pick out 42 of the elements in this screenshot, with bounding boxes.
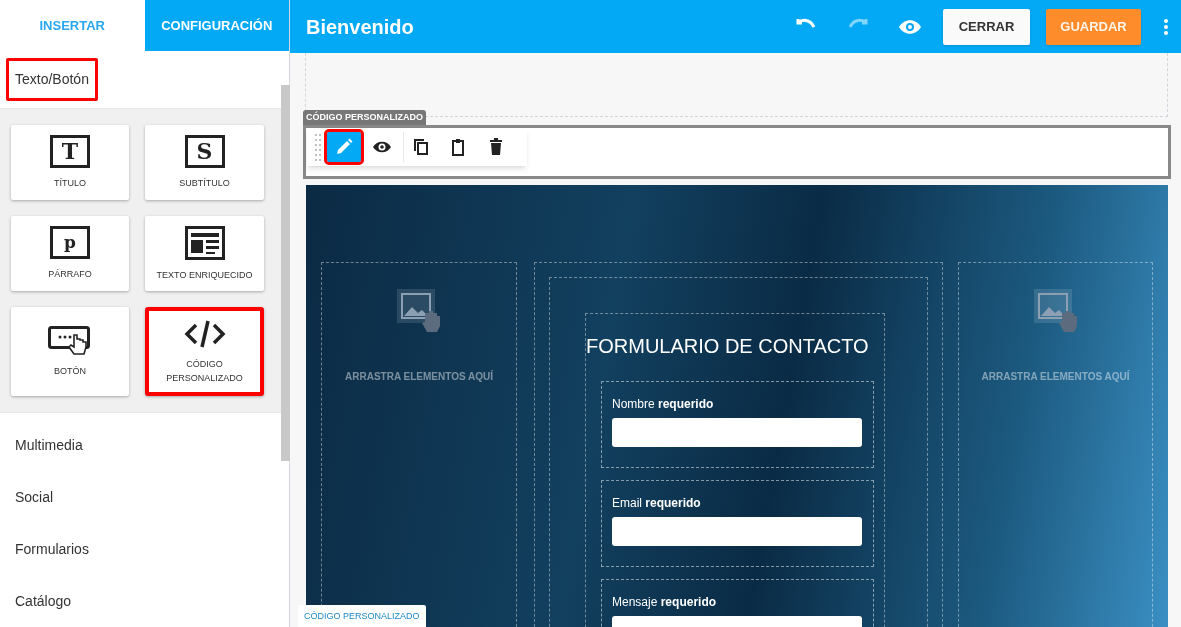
selected-block[interactable] bbox=[303, 125, 1171, 179]
input-field[interactable] bbox=[612, 418, 862, 447]
pencil-icon bbox=[334, 137, 354, 157]
drop-zone-text: ARRASTRA ELEMENTOS AQUÍ bbox=[345, 369, 493, 384]
section-heading[interactable]: Texto/Botón bbox=[6, 58, 98, 102]
block-card[interactable]: CÓDIGO PERSONALIZADO bbox=[145, 307, 264, 396]
scrollbar[interactable] bbox=[281, 85, 290, 461]
category-item[interactable]: Social bbox=[0, 471, 281, 523]
block-tag: CÓDIGO PERSONALIZADO bbox=[298, 605, 426, 627]
block-label: CÓDIGO PERSONALIZADO bbox=[165, 357, 244, 385]
button-click-icon bbox=[48, 325, 92, 356]
close-button[interactable]: CERRAR bbox=[943, 8, 1030, 45]
subtitle-icon: S bbox=[184, 135, 225, 168]
block-label: SUBTÍTULO bbox=[178, 177, 231, 190]
field-label: Mensaje requerido bbox=[612, 594, 718, 611]
block-card[interactable]: p PÁRRAFO bbox=[11, 216, 129, 291]
drag-handle-icon[interactable] bbox=[315, 133, 321, 161]
image-drop-icon bbox=[395, 287, 443, 333]
block-tag: CÓDIGO PERSONALIZADO bbox=[303, 110, 426, 125]
rich-text-icon bbox=[184, 225, 225, 260]
block-card[interactable]: BOTÓN bbox=[11, 307, 129, 396]
form-title: FORMULARIO DE CONTACTO bbox=[586, 334, 870, 359]
drop-zone-text: ARRASTRA ELEMENTOS AQUÍ bbox=[981, 369, 1130, 384]
title-icon: T bbox=[50, 135, 90, 168]
category-item[interactable]: Formularios bbox=[0, 523, 281, 575]
block-card[interactable]: TEXTO ENRIQUECIDO bbox=[145, 216, 264, 291]
block-card[interactable]: T TÍTULO bbox=[11, 125, 129, 200]
field-label: Nombre requerido bbox=[612, 396, 715, 413]
input-field[interactable] bbox=[612, 517, 862, 546]
block-label: TEXTO ENRIQUECIDO bbox=[155, 268, 254, 282]
category-item[interactable]: Catálogo bbox=[0, 575, 281, 627]
page-title: Bienvenido bbox=[306, 14, 414, 40]
block-label: TÍTULO bbox=[53, 177, 87, 190]
block-label: PÁRRAFO bbox=[47, 268, 93, 281]
block-label: BOTÓN bbox=[53, 364, 87, 378]
more-menu-icon[interactable] bbox=[1163, 17, 1169, 36]
image-drop-icon bbox=[1031, 287, 1080, 333]
paragraph-icon: p bbox=[50, 226, 90, 259]
field-label: Email requerido bbox=[612, 495, 702, 512]
code-icon bbox=[183, 318, 226, 349]
category-item[interactable]: Multimedia bbox=[0, 419, 281, 471]
block-card[interactable]: S SUBTÍTULO bbox=[145, 125, 264, 200]
